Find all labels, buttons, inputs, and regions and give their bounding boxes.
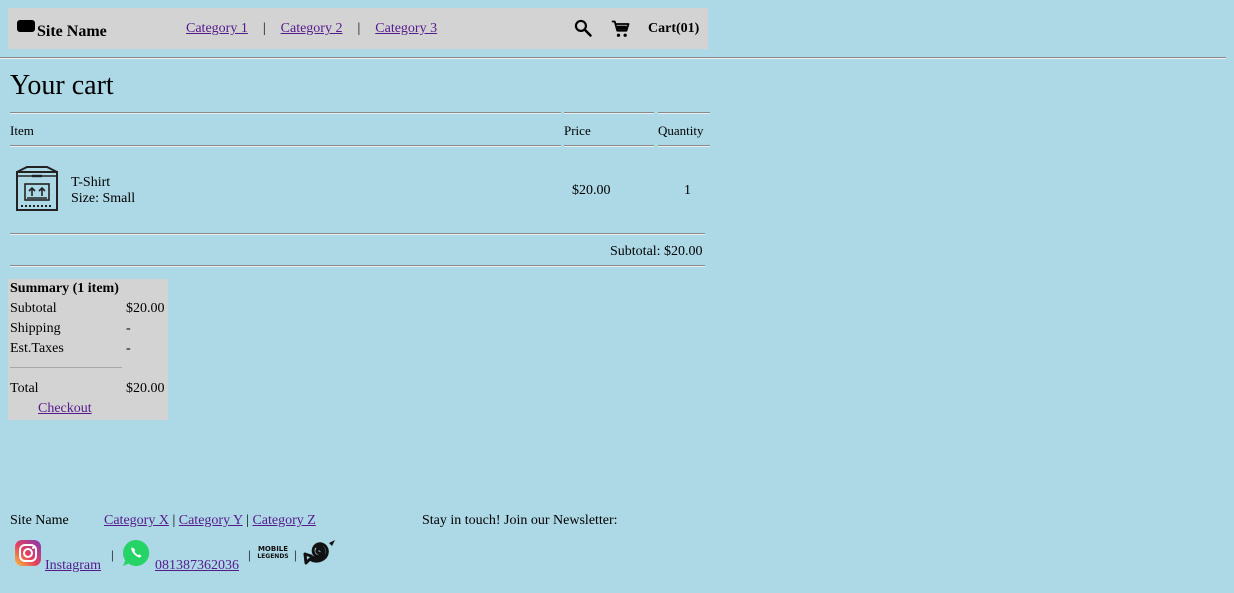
logo-icon[interactable] <box>17 20 35 32</box>
order-summary: Summary (1 item) Subtotal $20.00 Shippin… <box>8 279 168 420</box>
footer-category-nav: Category X | Category Y | Category Z <box>104 513 316 529</box>
summary-taxes-value: - <box>126 341 131 356</box>
footer-category-x[interactable]: Category X <box>104 513 169 528</box>
column-header-price: Price <box>564 123 591 138</box>
whatsapp-link[interactable]: 081387362036 <box>155 558 239 574</box>
site-header: Site Name Category 1 | Category 2 | Cate… <box>8 8 708 49</box>
category-nav: Category 1 | Category 2 | Category 3 <box>186 21 437 37</box>
item-size: Size: Small <box>71 191 136 206</box>
whatsapp-icon[interactable] <box>121 538 151 568</box>
summary-divider <box>10 367 122 368</box>
cart-count[interactable]: Cart(01) <box>648 21 699 37</box>
checkout-link[interactable]: Checkout <box>38 401 92 417</box>
footer-separator: | <box>172 513 176 528</box>
column-header-item: Item <box>10 123 34 138</box>
table-rule <box>10 145 561 147</box>
summary-shipping-label: Shipping <box>10 321 61 336</box>
nav-category-3[interactable]: Category 3 <box>375 21 437 37</box>
mobile-legends-icon[interactable]: MOBILE LEGENDS <box>255 543 291 561</box>
summary-shipping-value: - <box>126 321 131 336</box>
nav-category-1[interactable]: Category 1 <box>186 21 248 37</box>
box-icon <box>16 166 58 211</box>
instagram-link[interactable]: Instagram <box>45 558 101 574</box>
cart-icon[interactable] <box>611 19 631 39</box>
item-price: $20.00 <box>572 183 611 198</box>
table-rule <box>10 233 705 235</box>
newsletter-label: Stay in touch! Join our Newsletter: <box>422 513 618 528</box>
table-rule <box>658 112 710 114</box>
nav-category-2[interactable]: Category 2 <box>281 21 343 37</box>
footer-site-name: Site Name <box>10 513 69 528</box>
summary-total-label: Total <box>10 381 39 396</box>
item-name: T-Shirt <box>71 175 111 190</box>
nav-separator: | <box>262 21 266 36</box>
summary-subtotal-value: $20.00 <box>126 301 165 316</box>
table-rule <box>564 112 654 114</box>
cart-subtotal: Subtotal: $20.00 <box>610 244 703 259</box>
table-rule <box>10 112 561 114</box>
footer-category-z[interactable]: Category Z <box>252 513 315 528</box>
footer-separator: | <box>294 547 297 562</box>
search-icon[interactable] <box>573 18 593 38</box>
table-rule <box>10 265 705 267</box>
swirl-icon[interactable] <box>301 537 337 567</box>
header-divider <box>0 57 1226 59</box>
svg-text:MOBILE: MOBILE <box>258 545 288 553</box>
instagram-icon[interactable] <box>14 539 42 567</box>
page-title: Your cart <box>10 70 114 101</box>
table-rule <box>658 145 710 147</box>
summary-total-value: $20.00 <box>126 381 165 396</box>
table-rule <box>564 145 654 147</box>
summary-taxes-label: Est.Taxes <box>10 341 64 356</box>
footer-category-y[interactable]: Category Y <box>179 513 243 528</box>
summary-title: Summary (1 item) <box>10 281 119 296</box>
item-quantity[interactable]: 1 <box>684 183 691 199</box>
svg-text:LEGENDS: LEGENDS <box>257 553 288 560</box>
nav-separator: | <box>357 21 361 36</box>
column-header-quantity: Quantity <box>658 123 704 138</box>
site-name[interactable]: Site Name <box>37 23 107 41</box>
footer-separator: | <box>248 547 251 562</box>
footer-separator: | <box>111 547 114 562</box>
summary-subtotal-label: Subtotal <box>10 301 57 316</box>
footer-separator: | <box>246 513 249 528</box>
